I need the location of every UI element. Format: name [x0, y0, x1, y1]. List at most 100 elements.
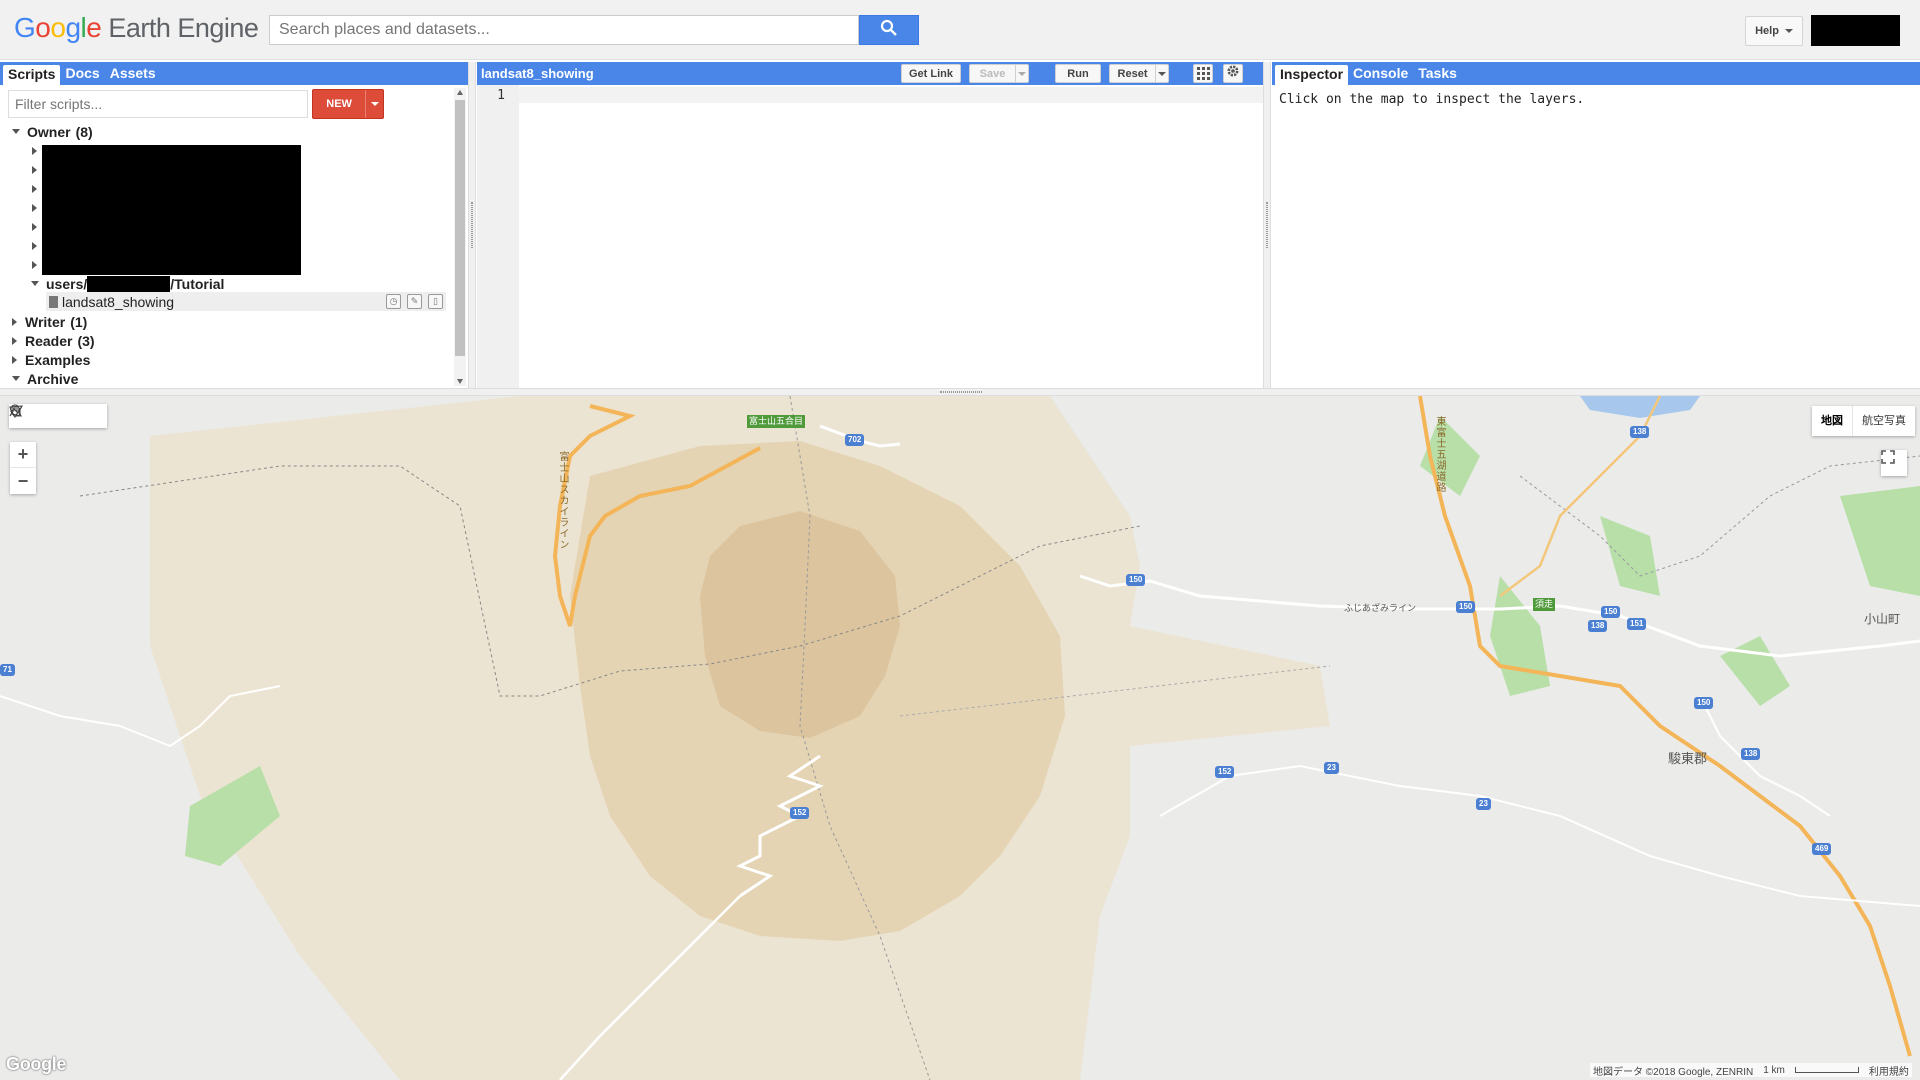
- google-logo: Google: [6, 1054, 67, 1074]
- examples-label: Examples: [25, 351, 91, 368]
- tree-reader[interactable]: Reader (3): [12, 331, 95, 350]
- writer-label: Writer: [25, 313, 66, 330]
- reset-dropdown[interactable]: [1155, 65, 1168, 82]
- tree-writer[interactable]: Writer (1): [12, 312, 87, 331]
- map-type-satellite[interactable]: 航空写真: [1852, 406, 1915, 436]
- history-icon[interactable]: ◷: [386, 294, 401, 309]
- expand-right-icon: [12, 317, 17, 326]
- tab-docs[interactable]: Docs: [60, 63, 104, 84]
- map-splitter[interactable]: [0, 388, 1920, 396]
- writer-count: (1): [70, 313, 88, 330]
- route-shield: 152: [790, 807, 810, 819]
- account-redacted[interactable]: [1811, 15, 1900, 46]
- lake: [1580, 396, 1700, 418]
- scroll-up-icon[interactable]: [457, 90, 463, 95]
- grid-icon: [1194, 64, 1212, 83]
- repo-list-redacted: [42, 145, 301, 275]
- gear-icon: [1226, 64, 1240, 83]
- scale-label[interactable]: 1 km: [1763, 1065, 1785, 1076]
- drawing-tools: [9, 404, 107, 428]
- apps-button[interactable]: [1193, 64, 1213, 83]
- route-shield: 150: [1601, 606, 1621, 618]
- scrollbar-thumb[interactable]: [455, 100, 465, 356]
- code-editor[interactable]: 1: [477, 85, 1263, 388]
- place-label-oyama: 小山町: [1864, 612, 1901, 626]
- tab-inspector[interactable]: Inspector: [1275, 65, 1349, 85]
- settings-button[interactable]: [1223, 64, 1243, 83]
- expand-down-icon: [12, 129, 20, 134]
- script-title[interactable]: landsat8_showing: [481, 66, 901, 81]
- help-button[interactable]: Help: [1745, 16, 1803, 46]
- splitter-grip[interactable]: [940, 391, 982, 393]
- owner-count: (8): [75, 123, 93, 140]
- filter-scripts-input[interactable]: [8, 90, 308, 118]
- tree-repo-tutorial[interactable]: users/ /Tutorial: [31, 274, 224, 293]
- map-canvas[interactable]: 富士山五合目 須走 富士山スカイライン 東富士五湖道路 ふじあざみライン 小山町…: [0, 396, 1920, 1080]
- tab-assets[interactable]: Assets: [105, 63, 161, 84]
- tree-examples[interactable]: Examples: [12, 350, 90, 369]
- route-shield: 23: [1476, 798, 1491, 810]
- attribution-text: 地図データ ©2018 Google, ZENRIN: [1593, 1066, 1754, 1078]
- script-item-landsat8[interactable]: landsat8_showing ◷ ✎ ▯: [46, 292, 446, 311]
- chevron-down-icon: [1784, 29, 1793, 33]
- tab-console[interactable]: Console: [1348, 63, 1413, 84]
- zoom-out-button[interactable]: −: [10, 468, 36, 494]
- line-number: 1: [497, 88, 505, 103]
- repo-prefix: users/: [46, 275, 88, 292]
- file-icon: [49, 295, 58, 308]
- chevron-down-icon: [1018, 71, 1026, 76]
- reader-count: (3): [77, 332, 95, 349]
- map-type-control: 地図 航空写真: [1812, 406, 1915, 436]
- new-script-button[interactable]: NEW: [312, 89, 384, 119]
- new-dropdown-toggle[interactable]: [365, 90, 383, 118]
- get-link-button[interactable]: Get Link: [901, 64, 961, 83]
- route-shield: 150: [1456, 601, 1476, 613]
- splitter-grip[interactable]: [471, 202, 473, 248]
- reset-label: Reset: [1117, 67, 1148, 80]
- tree-owner[interactable]: Owner (8): [12, 122, 93, 141]
- rename-icon[interactable]: ✎: [407, 294, 422, 309]
- tab-tasks[interactable]: Tasks: [1413, 63, 1462, 84]
- line-icon[interactable]: [9, 405, 80, 426]
- right-panel-tabs: Inspector Console Tasks: [1272, 62, 1920, 85]
- search-input[interactable]: [269, 15, 859, 45]
- splitter-grip[interactable]: [1266, 202, 1268, 248]
- owner-label: Owner: [27, 123, 71, 140]
- reader-label: Reader: [25, 332, 73, 349]
- get-link-label: Get Link: [908, 67, 953, 80]
- tab-scripts[interactable]: Scripts: [3, 65, 61, 85]
- poi-fuji-fifth-station[interactable]: 富士山五合目: [747, 415, 806, 428]
- map-type-map[interactable]: 地図: [1812, 406, 1852, 436]
- left-splitter[interactable]: [468, 62, 476, 388]
- scroll-down-icon[interactable]: [457, 379, 463, 384]
- chevron-down-icon: [1158, 71, 1166, 76]
- poi-subashiri[interactable]: 須走: [1533, 598, 1556, 611]
- expand-right-icon: [32, 203, 37, 212]
- search-button[interactable]: [859, 15, 919, 45]
- terms-link[interactable]: 利用規約: [1869, 1063, 1909, 1078]
- right-splitter[interactable]: [1263, 62, 1271, 388]
- run-button[interactable]: Run: [1055, 64, 1101, 83]
- marker-icon[interactable]: [10, 404, 56, 426]
- app-window: Google Earth Engine Help Scripts Docs As…: [0, 0, 1920, 1080]
- scripts-scrollbar[interactable]: [454, 88, 466, 386]
- earth-engine-logo[interactable]: Google Earth Engine: [14, 12, 259, 48]
- repo-suffix: /Tutorial: [170, 275, 225, 292]
- save-button[interactable]: Save: [969, 64, 1029, 83]
- forest-patch: [1600, 516, 1660, 596]
- delete-icon[interactable]: ▯: [428, 294, 443, 309]
- left-panel-tabs: Scripts Docs Assets: [0, 62, 468, 85]
- zoom-in-button[interactable]: +: [10, 442, 36, 468]
- polygon-icon[interactable]: [9, 405, 104, 426]
- save-dropdown[interactable]: [1015, 65, 1028, 82]
- route-shield: 702: [845, 434, 865, 446]
- fullscreen-button[interactable]: [1881, 450, 1907, 476]
- forest-patch: [1490, 576, 1550, 696]
- inspector-message: Click on the map to inspect the layers.: [1279, 92, 1585, 107]
- tree-archive[interactable]: Archive: [12, 369, 78, 388]
- route-shield: 138: [1741, 748, 1761, 760]
- archive-label: Archive: [27, 370, 79, 387]
- reset-button[interactable]: Reset: [1109, 64, 1169, 83]
- inspector-panel: Click on the map to inspect the layers.: [1272, 85, 1920, 388]
- expand-right-icon: [12, 355, 17, 364]
